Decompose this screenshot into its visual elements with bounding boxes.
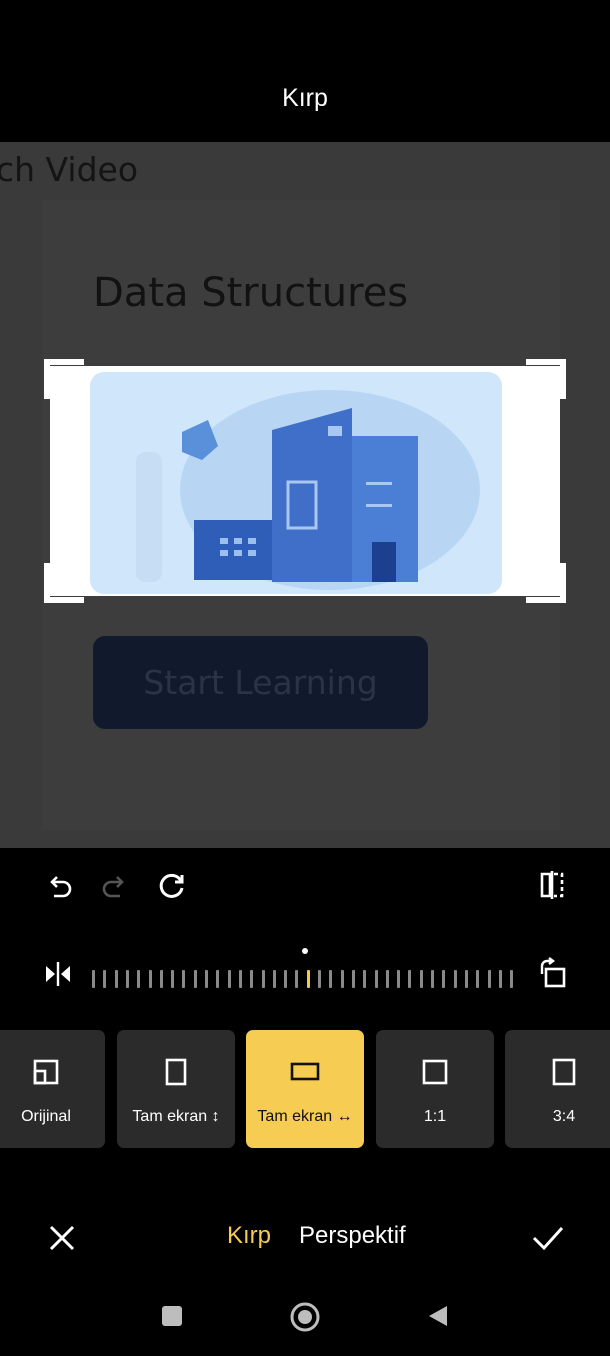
ruler-tick [148,970,152,988]
aspect-ratio-list: Orijinal Tam ekran ↕ Tam ekran ↔ 1:1 3:4 [0,1030,610,1148]
ruler-tick [137,970,141,988]
ratio-3-4[interactable]: 3:4 [505,1030,610,1148]
ratio-label: Tam ekran ↕ [132,1108,220,1125]
ratio-label: 3:4 [552,1108,576,1125]
redo-icon [94,868,134,908]
ruler-tick [329,970,333,988]
flip-horizontal-icon[interactable] [531,864,573,906]
home-button[interactable] [288,1300,322,1334]
ruler-tick [238,970,242,988]
ruler-tick [182,970,186,988]
ruler-tick [171,970,175,988]
ruler-tick [284,970,288,988]
ruler-center-marker [302,948,308,954]
ratio-fullscreen-horizontal[interactable]: Tam ekran ↔ [246,1030,364,1148]
square-nav-icon [162,1306,182,1326]
ratio-fullscreen-vertical[interactable]: Tam ekran ↕ [117,1030,235,1148]
crop-frame[interactable] [44,359,566,603]
ruler-tick [114,970,118,988]
ruler-tick [397,970,401,988]
ruler-tick [385,970,389,988]
top-bar: Kırp [0,0,610,142]
ruler-tick [250,970,254,988]
back-button[interactable] [424,1302,452,1330]
back-triangle-icon [429,1306,447,1326]
ruler-tick [272,970,276,988]
building-illustration [90,372,502,594]
ruler-tick [295,970,299,988]
ruler-tick [103,970,107,988]
ruler-tick [476,970,480,988]
ruler-tick [159,970,163,988]
ruler-tick [261,970,265,988]
ruler-tick [453,970,457,988]
recents-button[interactable] [158,1302,186,1330]
ruler-tick [442,970,446,988]
portrait-icon [117,1058,235,1086]
tab-perspective[interactable]: Perspektif [299,1222,406,1250]
tab-crop[interactable]: Kırp [227,1222,271,1250]
undo-icon[interactable] [40,868,80,908]
landscape-icon [246,1058,364,1086]
close-icon [49,1225,75,1251]
crop-handle-top-left[interactable] [44,359,84,399]
ratio-label: Tam ekran ↔ [257,1108,353,1125]
ruler-tick [340,970,344,988]
ratio-label: 1:1 [423,1108,447,1125]
ruler-tick [205,970,208,988]
ruler-tick-current [306,970,310,988]
ruler-tick [431,970,434,988]
mirror-icon[interactable] [38,954,78,994]
square-icon [376,1058,494,1086]
ruler-tick [510,970,514,988]
crop-handle-bottom-right[interactable] [526,563,566,603]
home-circle-icon [290,1302,320,1332]
ruler-tick [487,970,491,988]
ruler-tick [227,970,231,988]
ruler-tick [351,970,355,988]
ratio-label: Orijinal [21,1108,71,1125]
background-course-title: Data Structures [93,270,409,316]
rotate-icon[interactable] [532,952,574,994]
ruler-tick [125,970,129,988]
ruler-tick [216,970,220,988]
ruler-tick [498,970,502,988]
check-icon [532,1226,564,1251]
rotation-ruler[interactable] [92,966,522,990]
bottom-action-bar: Kırp Perspektif [0,1200,610,1276]
ratio-1-1[interactable]: 1:1 [376,1030,494,1148]
cancel-button[interactable] [40,1216,84,1260]
ruler-tick [193,970,197,988]
original-icon [0,1058,105,1086]
ruler-tick [363,970,367,988]
ruler-tick [464,970,468,988]
crop-handle-bottom-left[interactable] [44,563,84,603]
ruler-tick [92,970,95,988]
confirm-button[interactable] [526,1216,570,1260]
ruler-tick [318,970,321,988]
ruler-tick [419,970,423,988]
ruler-tick [374,970,378,988]
system-nav-bar [0,1276,610,1356]
page-title: Kırp [282,84,328,112]
portrait-3-4-icon [505,1058,610,1086]
ratio-original[interactable]: Orijinal [0,1030,105,1148]
crop-handle-top-right[interactable] [526,359,566,399]
ruler-tick [408,970,412,988]
background-start-button: Start Learning [93,636,428,729]
reset-icon[interactable] [152,866,192,906]
background-heading: ch Video [0,150,139,189]
